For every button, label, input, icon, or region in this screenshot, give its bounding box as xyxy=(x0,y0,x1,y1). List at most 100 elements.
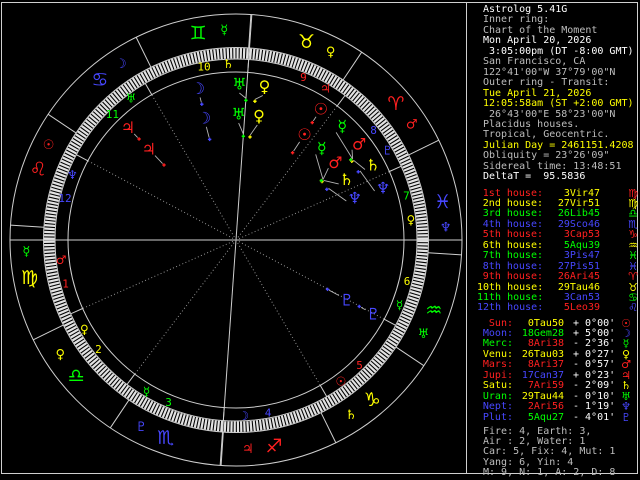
house-cusp-value: 3Vir47 xyxy=(563,187,600,199)
sign-divider xyxy=(109,399,130,429)
totals-line-4: M: 9, N: 1, A: 2, D: 8 xyxy=(483,466,616,478)
planet-glyph-saturn-outer: ♄ xyxy=(366,156,380,175)
planet-glyph-sun-outer: ☉ xyxy=(314,100,328,119)
planet-delta-value: - 2°09' xyxy=(573,380,616,392)
planet-pointer-line xyxy=(154,155,163,164)
sign-ruler-glyph-saturn: ♄ xyxy=(345,408,357,423)
house-ruler-glyph-venus: ♀ xyxy=(80,323,89,337)
planet-glyph-jupiter-outer: ♃ xyxy=(121,118,135,137)
house-cusp-line xyxy=(87,160,237,241)
header-line-5: San Francisco, CA xyxy=(483,56,586,68)
sign-glyph-leo: ♌ xyxy=(30,159,47,181)
header-line-14: Obliquity = 23°26'09" xyxy=(483,150,610,162)
house-row-label: 12th house: xyxy=(477,302,544,314)
planet-glyph-jupiter-inner: ♃ xyxy=(142,140,156,159)
sign-ruler-glyph-mars: ♂ xyxy=(406,117,418,132)
astrolog-screen: ♈ ♂ ♉ ♀ ♊ ☿ ♋ ☽ ♌ ☉ ♍ ☿ ♎ ♀ ♏ ♇ ♐ ♃ ♑ ♄ ♒ ♅ ♓ ♆ 1 ♂ 2 ♀ 3 ☿ 4 ☽ 5 ☉ 6 ☿ 7 ♀ 8 ♇… xyxy=(0,0,640,480)
house-ruler-glyph-neptune: ♆ xyxy=(67,168,78,182)
house-cusp-line xyxy=(235,171,390,241)
house-number-10: 10 xyxy=(197,60,210,73)
sign-glyph-cancer: ♋ xyxy=(91,69,108,91)
house-row-label: 9th house: xyxy=(482,271,543,283)
planet-glyph-pluto-outer: ♇ xyxy=(366,305,380,324)
house-cusp-value: 26Lib45 xyxy=(557,208,600,220)
planet-pointer-line xyxy=(323,179,339,185)
sign-glyph-aries: ♈ xyxy=(387,93,404,115)
planet-position-value: 8Ari37 xyxy=(527,359,564,371)
sign-ruler-glyph-mercury: ☿ xyxy=(22,244,30,259)
house-number-6: 6 xyxy=(404,275,411,288)
house-ruler-glyph-jupiter: ♃ xyxy=(320,81,331,95)
sign-ruler-glyph-jupiter: ♃ xyxy=(242,442,254,457)
sign-ruler-glyph-uranus: ♅ xyxy=(418,327,430,342)
planet-glyph-mercury-inner: ☿ xyxy=(317,138,327,157)
planet-delta-value: - 0°57' xyxy=(573,359,616,371)
header-line-12: Tropical, Geocentric. xyxy=(483,129,610,141)
house-row-label: 1st house: xyxy=(482,187,543,199)
planet-icon: ♇ xyxy=(621,410,631,424)
planet-glyph-pluto-inner: ♇ xyxy=(340,290,354,309)
house-ring-divider xyxy=(70,308,83,315)
planet-pointer-line xyxy=(360,306,366,311)
house-cusp-line xyxy=(151,94,237,241)
sign-divider xyxy=(10,224,44,228)
house-ruler-glyph-moon: ☽ xyxy=(238,409,249,423)
house-number-4: 4 xyxy=(265,407,272,420)
sign-glyph-libra: ♎ xyxy=(68,365,85,387)
house-number-7: 7 xyxy=(403,189,410,202)
house-number-12: 12 xyxy=(58,192,71,205)
house-number-3: 3 xyxy=(165,396,172,409)
sign-glyph-capricorn: ♑ xyxy=(364,389,381,411)
house-number-11: 11 xyxy=(106,108,119,121)
house-ruler-glyph-mercury: ☿ xyxy=(143,385,150,399)
sign-ruler-glyph-neptune: ♆ xyxy=(440,221,452,236)
sign-glyph-pisces: ♓ xyxy=(434,191,451,213)
house-ring-divider xyxy=(336,95,346,107)
house-ruler-glyph-venus: ♀ xyxy=(406,213,415,227)
sign-glyph-sagittarius: ♐ xyxy=(265,436,282,458)
planet-delta-value: - 2°36' xyxy=(573,338,616,350)
house-cusp-value: 3Pis47 xyxy=(563,250,600,262)
sign-ruler-glyph-pluto: ♇ xyxy=(136,420,148,435)
house-row-label: 3rd house: xyxy=(482,208,543,220)
planet-row-label: Satu: xyxy=(482,380,513,392)
header-line-16: DeltaT = 95.5836 xyxy=(483,171,586,183)
sign-divider xyxy=(408,139,439,156)
house-row-label: 5th house: xyxy=(482,229,543,241)
planet-row-label: Sun: xyxy=(488,317,513,329)
planet-pointer-line xyxy=(205,126,210,138)
house-cusp-value: 3Cap53 xyxy=(563,229,600,241)
house-ruler-glyph-saturn: ♄ xyxy=(223,57,234,71)
sign-ruler-glyph-sun: ☉ xyxy=(43,138,55,153)
sign-divider xyxy=(33,324,64,341)
header-line-9: 12:05:58am (ST +2:00 GMT) xyxy=(483,98,634,110)
totals-line-2: Car: 5, Fix: 4, Mut: 1 xyxy=(483,446,616,458)
house-number-9: 9 xyxy=(300,71,307,84)
house-number-2: 2 xyxy=(95,343,102,356)
sign-divider xyxy=(47,113,77,134)
house-ruler-glyph-uranus: ♅ xyxy=(126,92,137,106)
sign-glyph-scorpio: ♏ xyxy=(157,427,174,449)
house-cusp-line xyxy=(134,239,237,375)
planet-delta-value: - 4°01' xyxy=(573,411,616,423)
planet-row-label: Nept: xyxy=(482,401,513,413)
planet-pointer-line xyxy=(353,159,366,170)
house-ruler-glyph-sun: ☉ xyxy=(336,374,347,388)
planet-row-label: Plut: xyxy=(482,411,513,423)
house-number-8: 8 xyxy=(370,124,377,137)
planet-glyph-uranus-outer: ♅ xyxy=(232,75,246,94)
planet-pointer-line xyxy=(328,188,347,202)
planet-pointer-line xyxy=(249,124,258,136)
sign-ruler-glyph-moon: ☽ xyxy=(115,57,127,72)
sign-glyph-aquarius: ♒ xyxy=(425,299,442,321)
header-line-1: Inner ring: xyxy=(483,14,550,26)
planet-pointer-line xyxy=(238,122,244,135)
planet-glyph-moon-outer: ☽ xyxy=(191,79,205,98)
planet-row-label: Merc: xyxy=(482,338,513,350)
planet-glyph-neptune-outer: ♆ xyxy=(376,178,390,197)
house-ruler-glyph-mercury: ☿ xyxy=(396,298,403,312)
sign-glyph-taurus: ♉ xyxy=(298,31,315,53)
house-ruler-glyph-mars: ♂ xyxy=(56,253,67,267)
house-cusp-value: 26Ari45 xyxy=(557,271,600,283)
house-ring-divider xyxy=(76,154,89,162)
